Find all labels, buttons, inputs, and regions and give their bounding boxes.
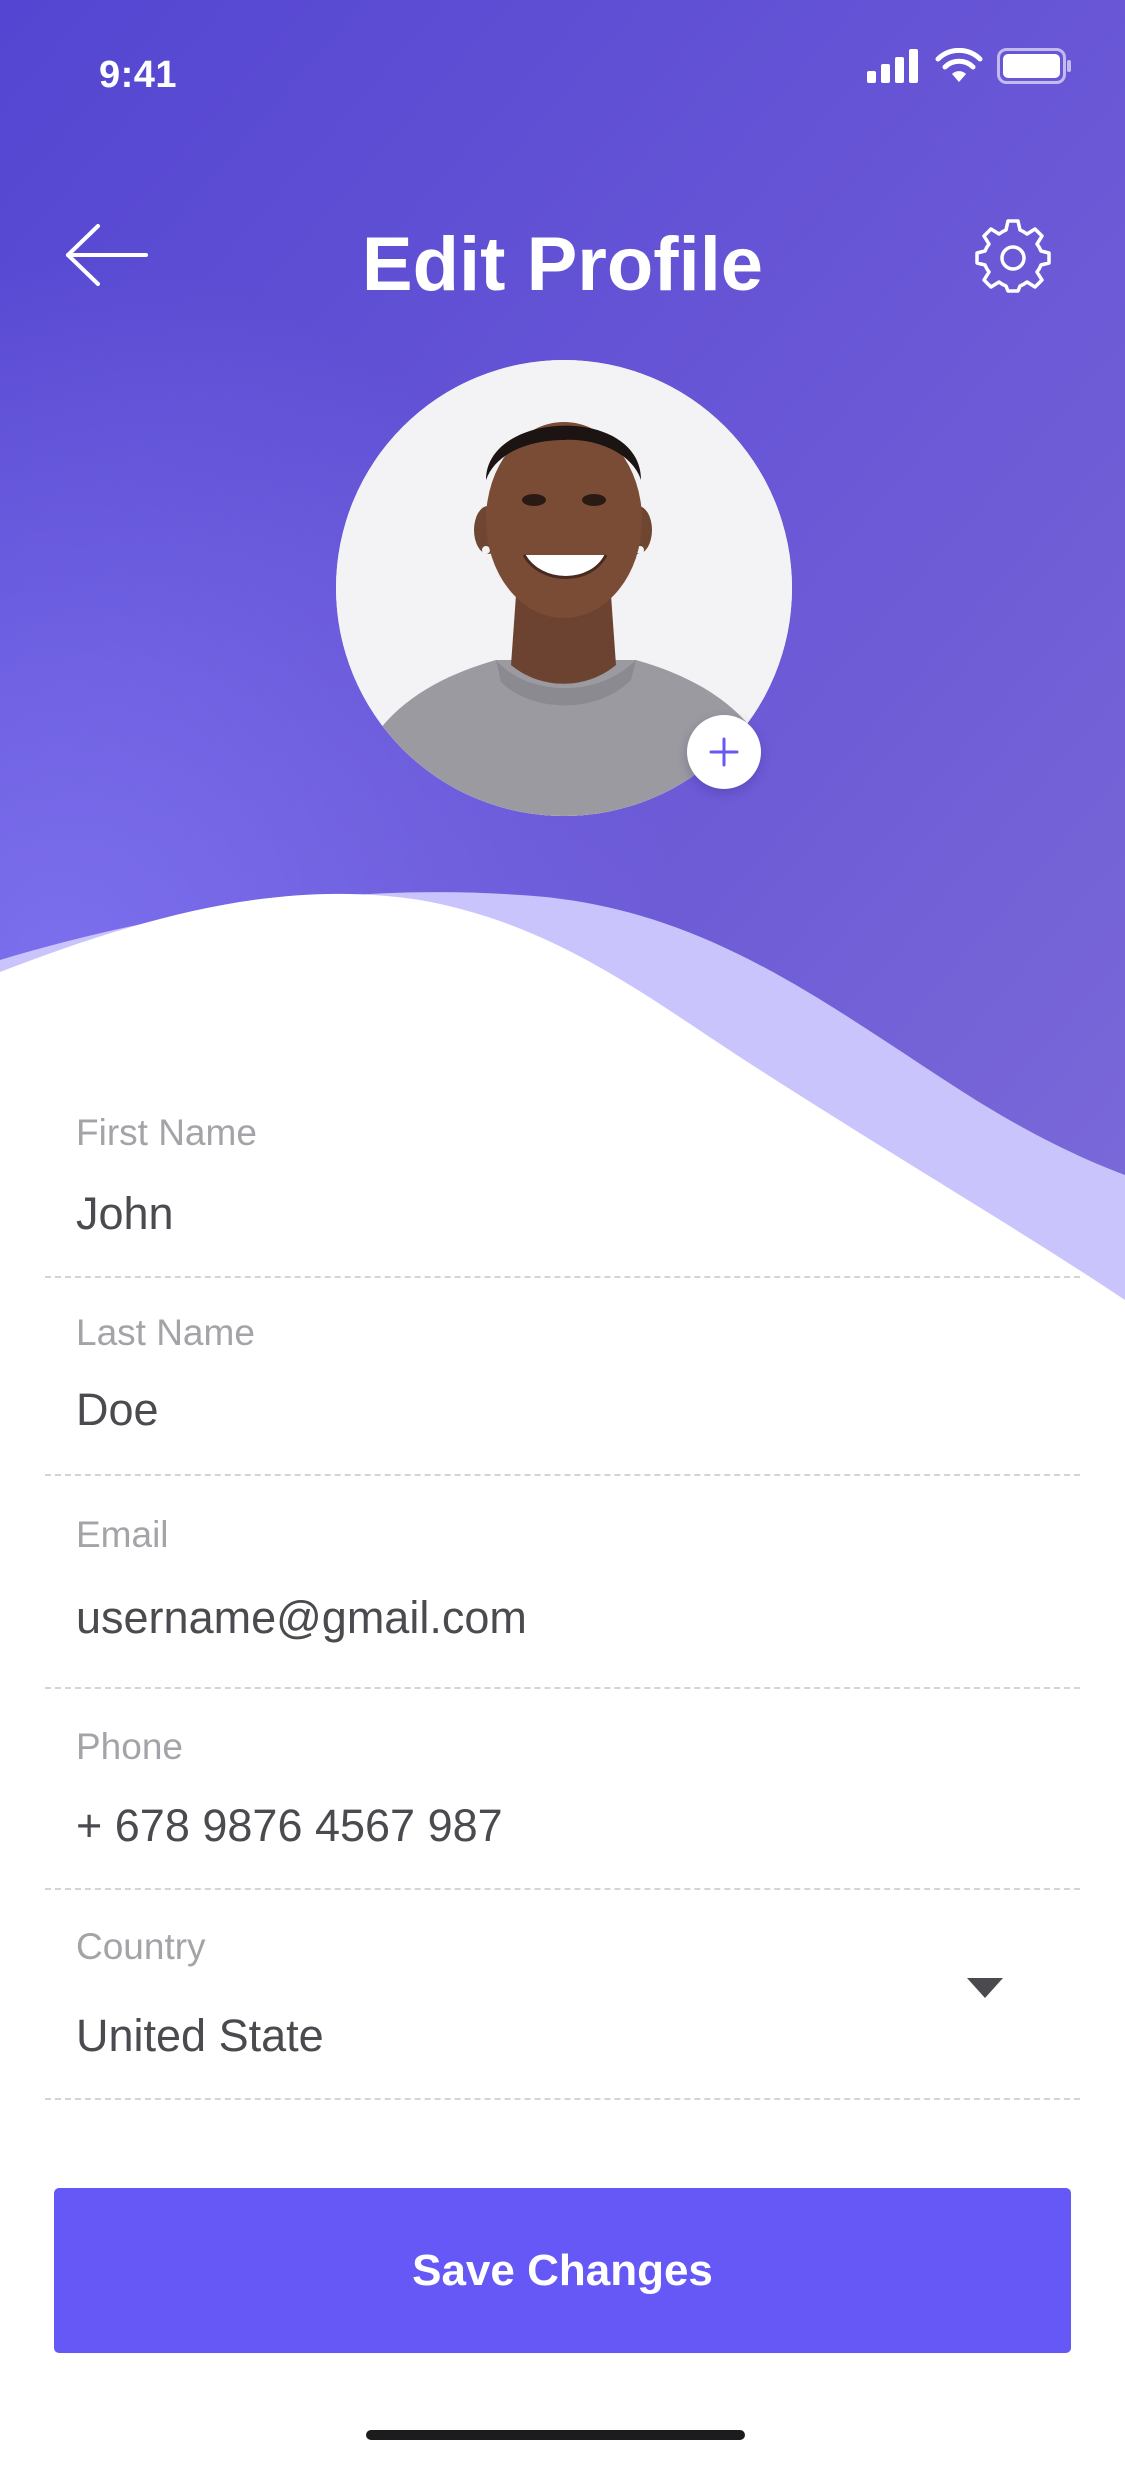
page-title: Edit Profile [361,222,764,307]
status-icons [867,48,1073,84]
email-input[interactable] [76,1592,976,1644]
add-photo-button[interactable] [687,715,761,789]
phone-input[interactable] [76,1800,976,1852]
save-changes-button[interactable]: Save Changes [54,2188,1071,2353]
email-field: Email [45,1500,1080,1689]
email-label: Email [76,1514,169,1555]
battery-icon [997,48,1071,84]
home-indicator [366,2430,745,2440]
plus-icon [709,737,739,767]
first-name-field: First Name [45,1100,1080,1278]
last-name-field: Last Name [45,1300,1080,1476]
settings-button[interactable] [975,218,1051,294]
first-name-input[interactable] [76,1188,976,1240]
gear-icon [975,219,1051,293]
status-time: 9:41 [99,54,178,96]
phone-field: Phone [45,1712,1080,1890]
wifi-icon [935,48,983,82]
phone-label: Phone [76,1726,183,1767]
first-name-label: First Name [76,1112,257,1153]
country-field[interactable]: Country United State [45,1914,1080,2100]
last-name-input[interactable] [76,1384,976,1436]
chevron-down-icon[interactable] [965,1976,1005,2000]
status-bar: 9:41 [0,0,1125,150]
signal-icon [867,49,918,83]
country-label: Country [76,1926,206,1967]
last-name-label: Last Name [76,1312,255,1353]
country-select[interactable]: United State [76,2010,976,2062]
